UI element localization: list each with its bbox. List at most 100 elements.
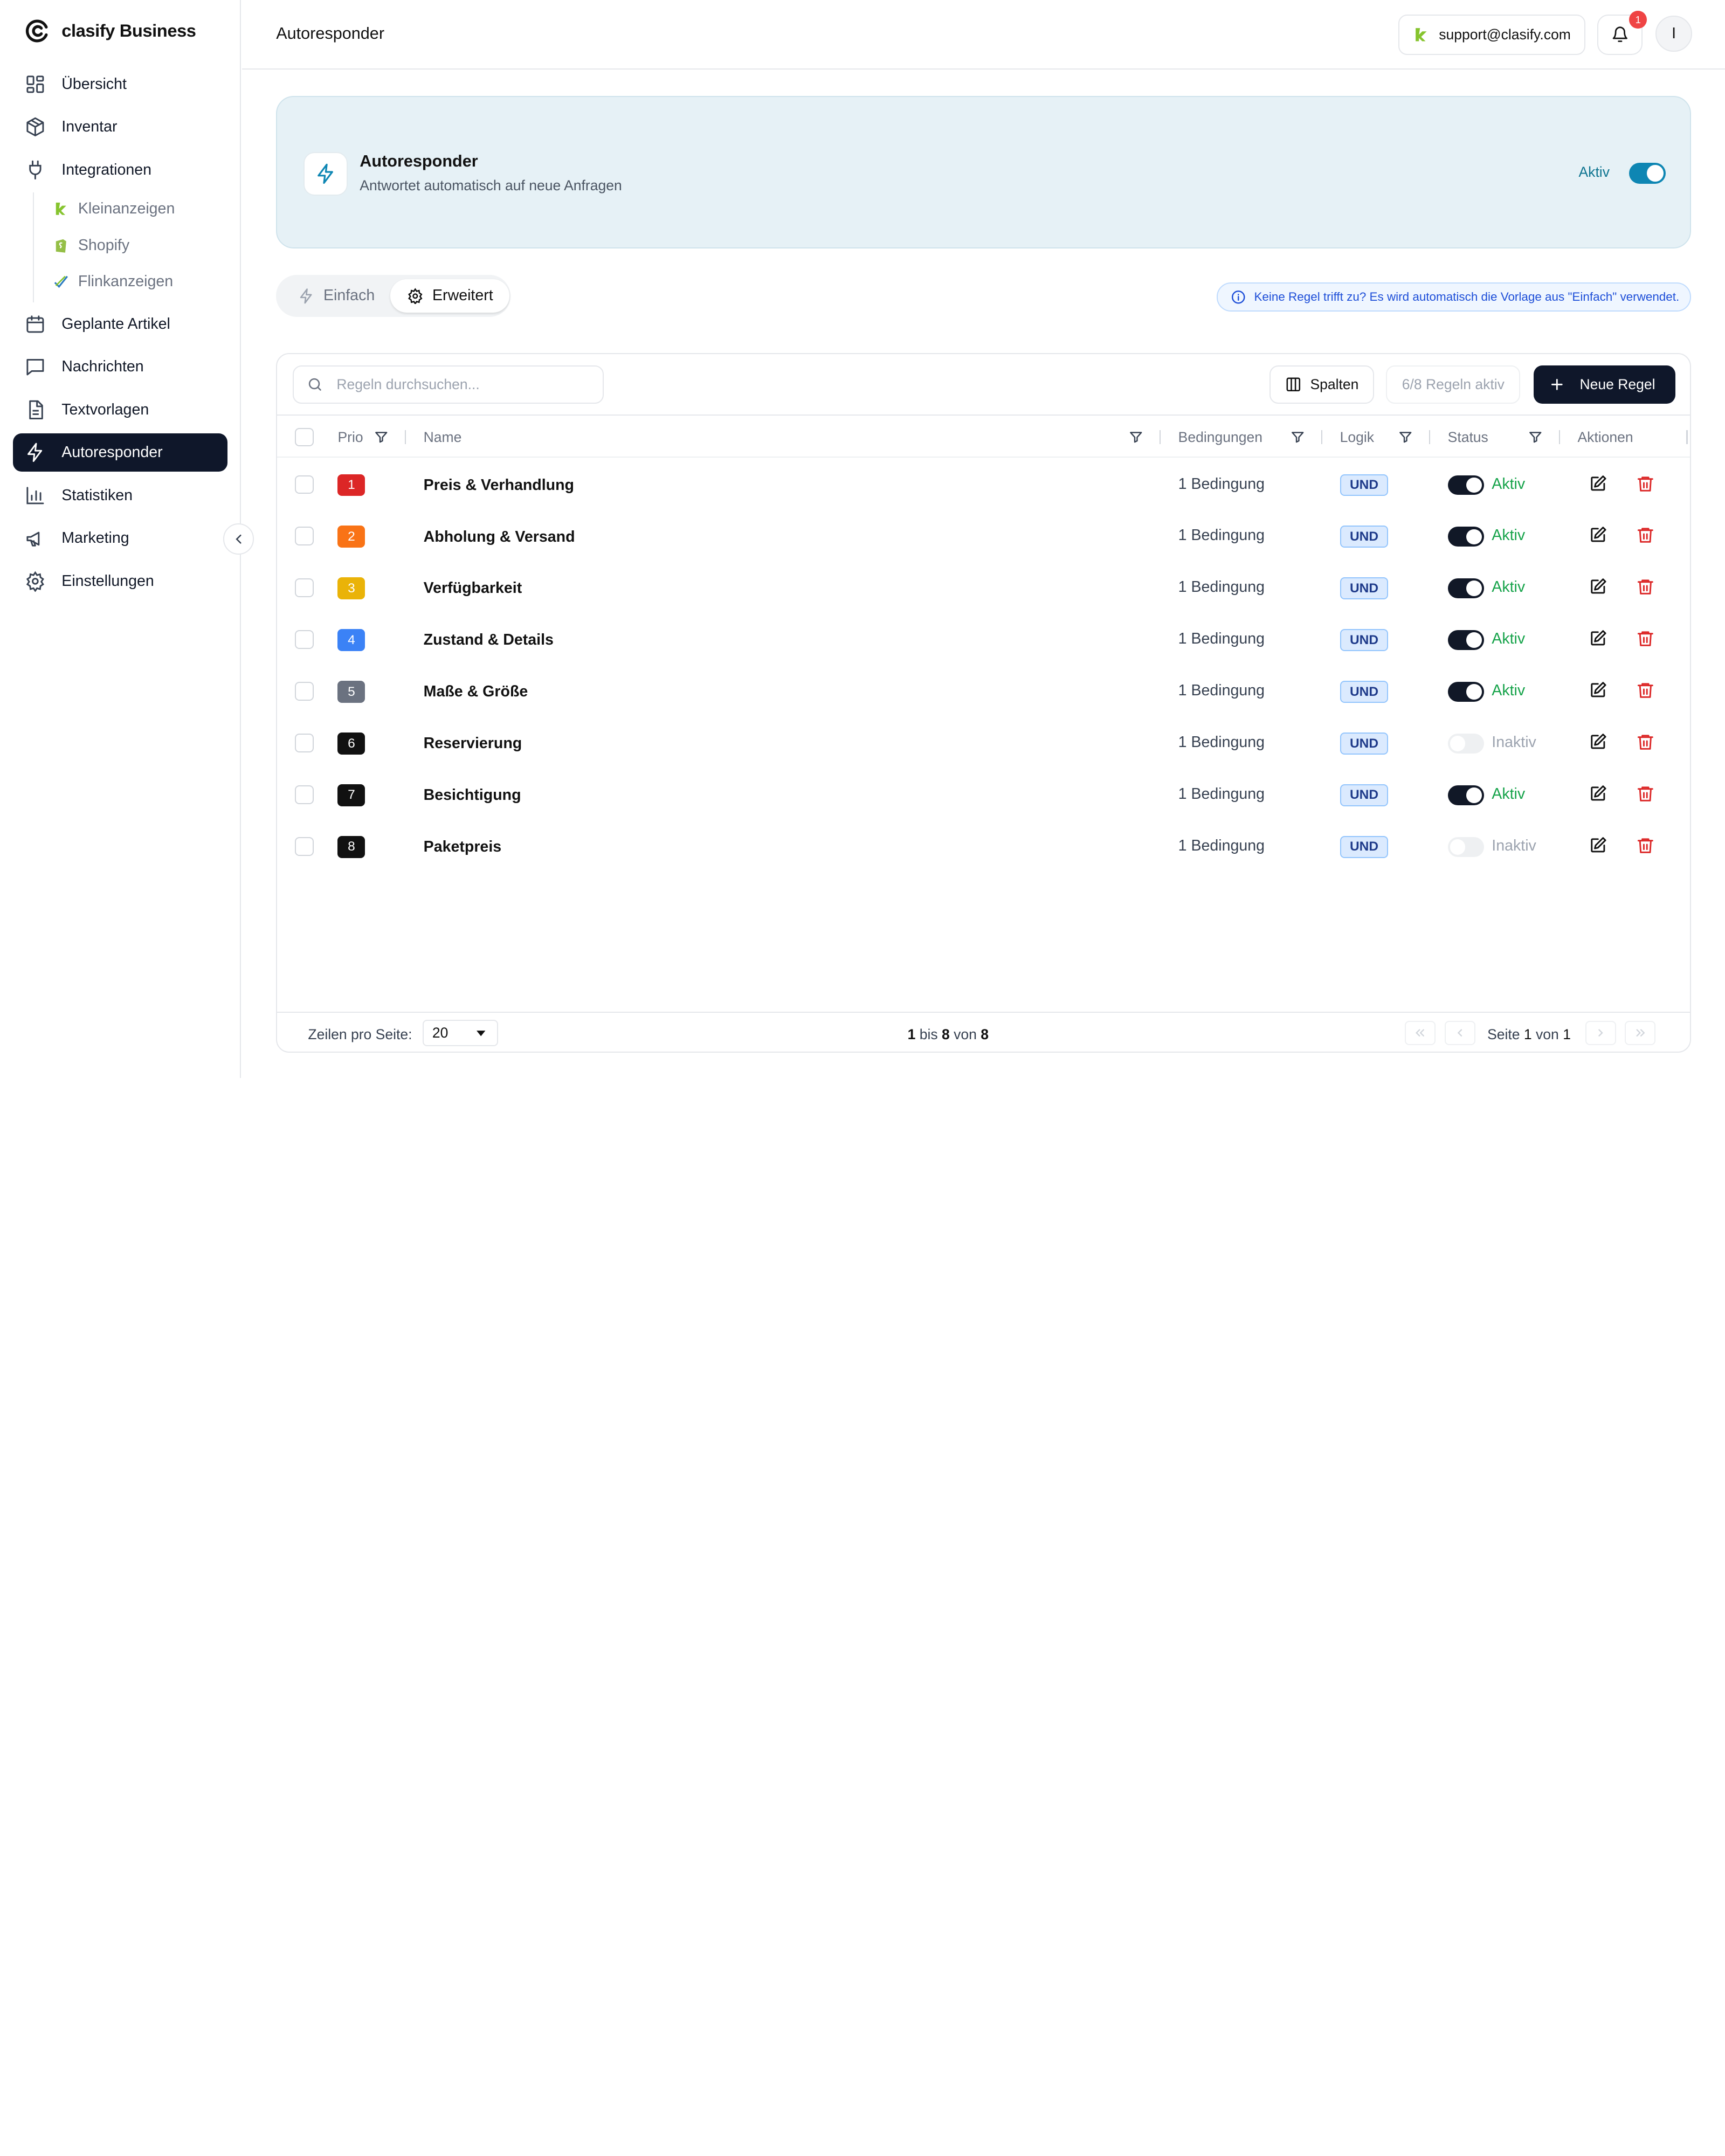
filter-icon[interactable] bbox=[1398, 430, 1413, 445]
tab-einfach[interactable]: Einfach bbox=[281, 279, 391, 312]
column-header-name[interactable]: Name bbox=[424, 429, 462, 446]
rows-per-page-label: Zeilen pro Seite: bbox=[308, 1026, 412, 1042]
edit-icon[interactable] bbox=[1589, 733, 1607, 751]
tab-erweitert[interactable]: Erweitert bbox=[390, 279, 510, 313]
filter-icon[interactable] bbox=[1291, 430, 1305, 445]
next-page-button[interactable] bbox=[1585, 1020, 1616, 1045]
sidebar-subitem-label: Shopify bbox=[78, 236, 130, 254]
table-row[interactable]: 1 Preis & Verhandlung 1 Bedingung UND Ak… bbox=[277, 459, 1689, 510]
column-header-prio[interactable]: Prio bbox=[337, 429, 363, 446]
trash-icon[interactable] bbox=[1636, 681, 1655, 700]
sidebar-subitem-flinkanzeigen[interactable]: Flinkanzeigen bbox=[53, 268, 173, 295]
range-total: 8 bbox=[981, 1026, 989, 1042]
trash-icon[interactable] bbox=[1636, 577, 1655, 596]
edit-icon[interactable] bbox=[1589, 629, 1607, 648]
edit-icon[interactable] bbox=[1589, 526, 1607, 544]
first-page-button[interactable] bbox=[1405, 1020, 1436, 1045]
column-header-logic[interactable]: Logik bbox=[1340, 429, 1374, 446]
sidebar-item-marketing[interactable]: Marketing bbox=[13, 519, 227, 557]
filter-icon[interactable] bbox=[374, 430, 389, 445]
avatar[interactable]: I bbox=[1655, 15, 1692, 52]
sidebar-item-uebersicht[interactable]: Übersicht bbox=[13, 65, 227, 103]
rows-per-page-select[interactable]: 20 bbox=[422, 1019, 499, 1046]
sidebar-collapse-button[interactable] bbox=[223, 523, 254, 555]
row-checkbox[interactable] bbox=[294, 734, 314, 752]
row-checkbox[interactable] bbox=[294, 475, 314, 494]
range-bis: bis bbox=[919, 1026, 938, 1042]
search-icon bbox=[307, 376, 323, 393]
page-von: von bbox=[1536, 1026, 1559, 1042]
rule-name: Abholung & Versand bbox=[423, 528, 575, 545]
table-row[interactable]: 8 Paketpreis 1 Bedingung UND Inaktiv bbox=[277, 820, 1689, 872]
table-row[interactable]: 2 Abholung & Versand 1 Bedingung UND Akt… bbox=[277, 510, 1689, 562]
column-header-conditions[interactable]: Bedingungen bbox=[1178, 429, 1262, 446]
trash-icon[interactable] bbox=[1636, 629, 1655, 648]
edit-icon[interactable] bbox=[1589, 836, 1607, 855]
new-rule-button[interactable]: Neue Regel bbox=[1533, 365, 1676, 404]
priority-badge: 3 bbox=[337, 577, 365, 600]
rule-status-toggle[interactable] bbox=[1447, 682, 1484, 702]
trash-icon[interactable] bbox=[1636, 836, 1655, 855]
filter-icon[interactable] bbox=[1528, 430, 1543, 445]
table-row[interactable]: 7 Besichtigung 1 Bedingung UND Aktiv bbox=[277, 769, 1689, 820]
row-checkbox[interactable] bbox=[294, 682, 314, 701]
bar-chart-icon bbox=[24, 485, 46, 507]
table-row[interactable]: 6 Reservierung 1 Bedingung UND Inaktiv bbox=[277, 717, 1689, 769]
sidebar-item-integrationen[interactable]: Integrationen bbox=[13, 151, 227, 189]
edit-icon[interactable] bbox=[1589, 577, 1607, 596]
sidebar-item-inventar[interactable]: Inventar bbox=[13, 108, 227, 146]
bolt-icon bbox=[24, 441, 46, 464]
rule-status-toggle[interactable] bbox=[1447, 578, 1484, 599]
sidebar-subitem-shopify[interactable]: Shopify bbox=[53, 232, 129, 259]
priority-badge: 1 bbox=[337, 474, 365, 496]
rule-status-label: Inaktiv bbox=[1492, 734, 1536, 751]
search-input[interactable] bbox=[336, 376, 579, 393]
row-checkbox[interactable] bbox=[294, 837, 314, 856]
sidebar-item-statistiken[interactable]: Statistiken bbox=[13, 476, 227, 515]
brand[interactable]: clasify Business bbox=[24, 18, 196, 44]
rule-name: Verfügbarkeit bbox=[423, 579, 522, 597]
logic-badge: UND bbox=[1340, 784, 1389, 806]
prev-page-button[interactable] bbox=[1444, 1020, 1475, 1045]
filter-icon[interactable] bbox=[1129, 430, 1143, 445]
trash-icon[interactable] bbox=[1636, 733, 1655, 751]
trash-icon[interactable] bbox=[1636, 784, 1655, 803]
last-page-button[interactable] bbox=[1625, 1020, 1656, 1045]
edit-icon[interactable] bbox=[1589, 784, 1607, 803]
rule-status-toggle[interactable] bbox=[1447, 475, 1484, 495]
select-all-checkbox[interactable] bbox=[294, 427, 314, 447]
pagination-range: 1 bis 8 von 8 bbox=[908, 1026, 989, 1043]
column-divider bbox=[404, 430, 406, 445]
support-email-button[interactable]: support@clasify.com bbox=[1398, 14, 1585, 56]
columns-button[interactable]: Spalten bbox=[1269, 365, 1374, 404]
column-header-status[interactable]: Status bbox=[1448, 429, 1488, 446]
kleinanzeigen-logo-icon bbox=[53, 201, 70, 217]
table-row[interactable]: 4 Zustand & Details 1 Bedingung UND Akti… bbox=[277, 614, 1689, 666]
rule-status-toggle[interactable] bbox=[1447, 837, 1484, 857]
rule-status-toggle[interactable] bbox=[1447, 527, 1484, 547]
row-checkbox[interactable] bbox=[294, 785, 314, 804]
edit-icon[interactable] bbox=[1589, 474, 1607, 493]
sidebar-item-geplante-artikel[interactable]: Geplante Artikel bbox=[13, 305, 227, 343]
sidebar-item-einstellungen[interactable]: Einstellungen bbox=[13, 562, 227, 600]
row-checkbox[interactable] bbox=[294, 527, 314, 546]
edit-icon[interactable] bbox=[1589, 681, 1607, 700]
row-checkbox[interactable] bbox=[294, 578, 314, 598]
rule-status-toggle[interactable] bbox=[1447, 630, 1484, 651]
trash-icon[interactable] bbox=[1636, 474, 1655, 493]
sidebar-subitem-kleinanzeigen[interactable]: Kleinanzeigen bbox=[53, 196, 175, 222]
sidebar-item-textvorlagen[interactable]: Textvorlagen bbox=[13, 390, 227, 429]
chevron-left-icon bbox=[1454, 1027, 1466, 1039]
table-row[interactable]: 5 Maße & Größe 1 Bedingung UND Aktiv bbox=[277, 666, 1689, 717]
trash-icon[interactable] bbox=[1636, 526, 1655, 544]
logic-badge: UND bbox=[1340, 629, 1389, 652]
sidebar-item-autoresponder[interactable]: Autoresponder bbox=[13, 433, 228, 472]
rule-status-toggle[interactable] bbox=[1447, 785, 1484, 805]
rule-status-toggle[interactable] bbox=[1447, 734, 1484, 754]
autoresponder-toggle[interactable] bbox=[1629, 162, 1666, 184]
row-checkbox[interactable] bbox=[294, 630, 314, 649]
priority-badge: 2 bbox=[337, 526, 365, 548]
table-row[interactable]: 3 Verfügbarkeit 1 Bedingung UND Aktiv bbox=[277, 562, 1689, 614]
bolt-icon bbox=[298, 288, 315, 305]
sidebar-item-nachrichten[interactable]: Nachrichten bbox=[13, 348, 227, 386]
